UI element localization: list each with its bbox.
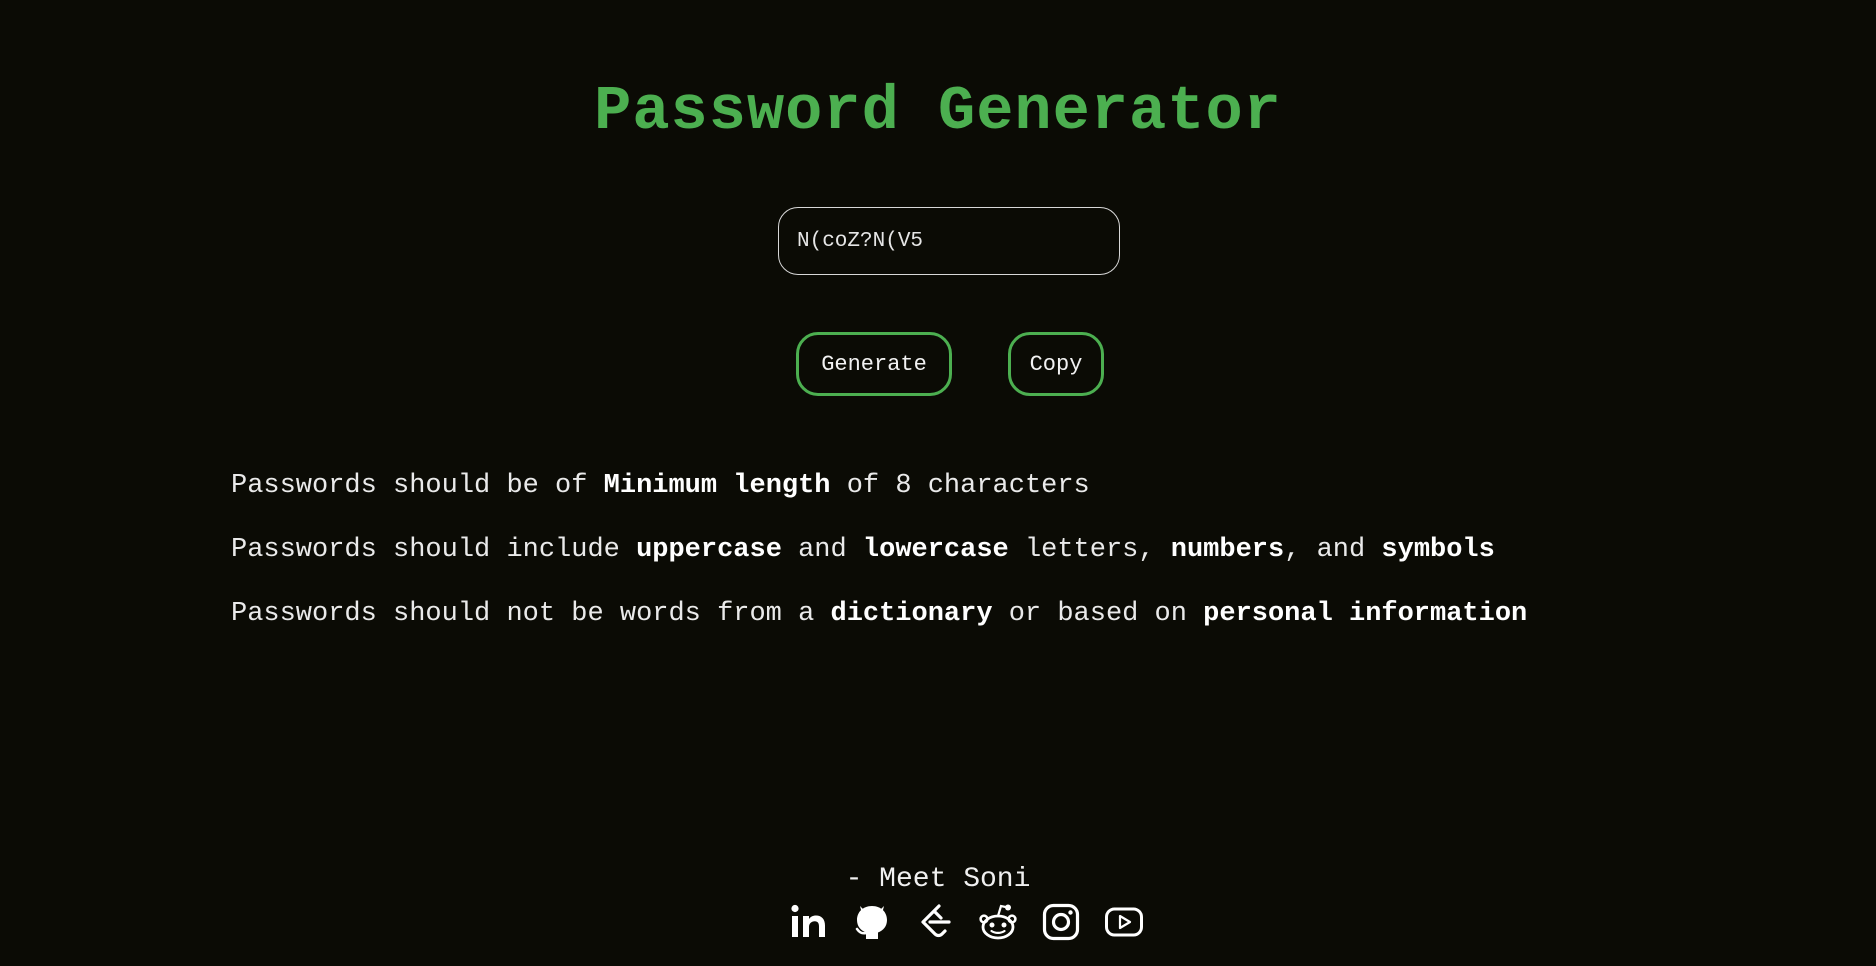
rule-text: or based on	[992, 599, 1204, 629]
reddit-link[interactable]	[977, 900, 1018, 944]
rule-emphasis: symbols	[1381, 535, 1495, 565]
social-links	[788, 900, 1144, 944]
leetcode-link[interactable]	[914, 900, 955, 944]
rule-item: Passwords should be of Minimum length of…	[231, 470, 1527, 534]
copy-button[interactable]: Copy	[1008, 332, 1104, 396]
rule-text: and	[781, 535, 863, 565]
page-title: Password Generator	[594, 76, 1282, 147]
rule-item: Passwords should include uppercase and l…	[231, 534, 1527, 598]
rule-emphasis: Minimum length	[603, 471, 831, 501]
password-field[interactable]	[778, 207, 1120, 275]
rule-text: of 8 characters	[830, 471, 1090, 501]
rule-emphasis: lowercase	[862, 535, 1009, 565]
instagram-icon	[1042, 903, 1079, 941]
instagram-link[interactable]	[1040, 900, 1081, 944]
rule-text: letters,	[1008, 535, 1171, 565]
linkedin-icon	[790, 904, 825, 937]
youtube-link[interactable]	[1103, 900, 1144, 944]
youtube-icon	[1104, 907, 1143, 937]
leetcode-icon	[920, 904, 951, 938]
rule-text: Passwords should not be words from a	[231, 599, 831, 629]
linkedin-link[interactable]	[788, 900, 829, 944]
rule-emphasis: dictionary	[830, 599, 993, 629]
rule-text: Passwords should include	[231, 535, 637, 565]
rule-item: Passwords should not be words from a dic…	[231, 598, 1527, 662]
reddit-icon	[978, 904, 1017, 940]
author-credit: - Meet Soni	[845, 864, 1031, 895]
rule-text: Passwords should be of	[231, 471, 604, 501]
password-rules-list: Passwords should be of Minimum length of…	[231, 470, 1527, 662]
rule-emphasis: numbers	[1170, 535, 1285, 565]
rule-emphasis: personal information	[1203, 599, 1528, 629]
github-link[interactable]	[851, 900, 892, 944]
rule-text: , and	[1284, 535, 1382, 565]
github-icon	[855, 906, 887, 939]
generate-button[interactable]: Generate	[796, 332, 952, 396]
rule-emphasis: uppercase	[636, 535, 782, 565]
